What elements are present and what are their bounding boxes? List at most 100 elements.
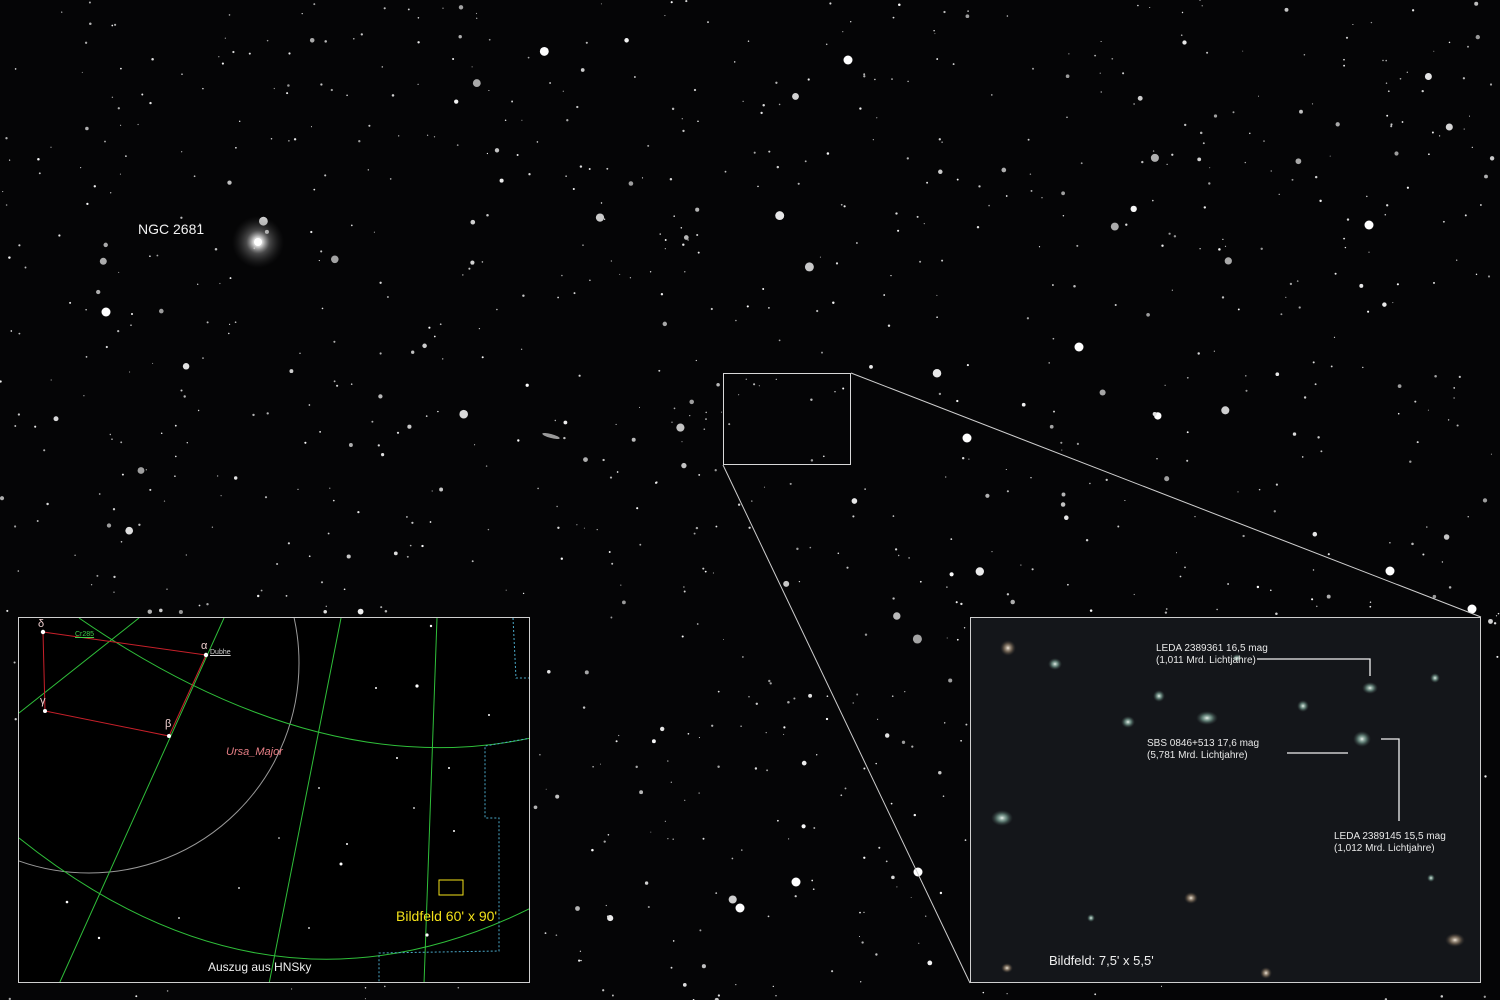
star bbox=[1343, 64, 1345, 67]
star bbox=[1245, 375, 1247, 377]
star bbox=[711, 724, 714, 727]
star bbox=[516, 154, 519, 156]
star bbox=[439, 323, 442, 326]
star bbox=[1270, 589, 1272, 592]
star bbox=[956, 399, 959, 403]
star bbox=[1314, 175, 1318, 179]
star bbox=[1179, 575, 1182, 578]
star bbox=[1366, 195, 1368, 198]
star bbox=[812, 888, 815, 891]
star bbox=[1137, 4, 1139, 7]
star bbox=[631, 437, 636, 442]
star bbox=[636, 507, 639, 510]
star bbox=[670, 1, 673, 4]
star bbox=[232, 50, 235, 54]
star bbox=[206, 603, 209, 606]
star bbox=[1100, 40, 1102, 43]
star bbox=[649, 271, 652, 273]
star bbox=[1149, 6, 1151, 9]
star bbox=[386, 295, 389, 299]
star bbox=[772, 985, 774, 988]
star bbox=[1249, 132, 1251, 135]
star bbox=[485, 465, 488, 467]
star bbox=[6, 609, 9, 612]
star bbox=[844, 787, 847, 790]
star bbox=[689, 414, 691, 417]
star bbox=[911, 745, 914, 748]
star bbox=[1227, 583, 1230, 585]
star bbox=[898, 3, 901, 6]
star bbox=[1319, 199, 1322, 203]
star bbox=[1150, 153, 1159, 162]
star bbox=[943, 722, 946, 724]
star bbox=[411, 521, 414, 524]
star bbox=[336, 384, 339, 387]
star bbox=[224, 37, 226, 39]
star bbox=[1280, 313, 1283, 316]
star bbox=[826, 152, 830, 155]
star bbox=[832, 301, 835, 304]
star bbox=[1199, 248, 1201, 250]
star bbox=[603, 840, 606, 843]
star bbox=[545, 788, 547, 790]
star bbox=[892, 597, 895, 600]
star bbox=[1060, 441, 1063, 444]
star bbox=[1068, 53, 1070, 55]
star bbox=[660, 726, 665, 732]
star bbox=[783, 726, 786, 729]
star bbox=[1052, 337, 1055, 340]
star bbox=[693, 532, 696, 535]
star bbox=[421, 544, 424, 548]
star bbox=[1020, 564, 1022, 566]
star bbox=[582, 706, 586, 709]
star bbox=[1160, 985, 1163, 987]
star bbox=[801, 760, 807, 766]
star bbox=[891, 695, 894, 698]
star bbox=[1424, 73, 1432, 80]
star-alpha-label: α bbox=[201, 640, 208, 652]
star bbox=[793, 697, 796, 700]
star bbox=[717, 690, 720, 693]
star bbox=[798, 580, 801, 583]
star bbox=[840, 203, 843, 206]
star bbox=[1480, 204, 1482, 206]
star bbox=[1427, 409, 1429, 411]
star bbox=[1206, 51, 1209, 54]
star bbox=[565, 175, 567, 177]
star bbox=[751, 500, 753, 502]
star bbox=[578, 374, 581, 377]
star bbox=[582, 244, 584, 246]
star bbox=[1475, 273, 1478, 276]
star bbox=[10, 330, 13, 332]
star bbox=[1060, 502, 1066, 507]
star bbox=[664, 820, 666, 822]
star bbox=[1027, 138, 1030, 141]
star bbox=[775, 81, 778, 84]
star bbox=[964, 839, 967, 841]
zoomed-field bbox=[971, 618, 1480, 982]
star bbox=[1359, 283, 1364, 288]
star bbox=[474, 444, 476, 446]
star bbox=[472, 79, 481, 88]
star bbox=[53, 416, 59, 422]
star bbox=[384, 985, 386, 988]
star bbox=[1317, 436, 1320, 439]
object-leda-2389361: LEDA 2389361 16,5 mag (1,011 Mrd. Lichtj… bbox=[1156, 643, 1268, 666]
star bbox=[715, 892, 718, 894]
star bbox=[769, 682, 772, 685]
star bbox=[1176, 552, 1177, 554]
star bbox=[151, 58, 154, 61]
star bbox=[801, 824, 806, 829]
star bbox=[175, 455, 177, 458]
star bbox=[293, 138, 297, 141]
star bbox=[1426, 526, 1428, 528]
star bbox=[373, 231, 375, 233]
star bbox=[589, 279, 591, 282]
star bbox=[533, 805, 538, 810]
star bbox=[876, 117, 878, 119]
star bbox=[429, 521, 432, 523]
star bbox=[775, 211, 785, 221]
star bbox=[442, 358, 444, 360]
star bbox=[1390, 123, 1393, 126]
star bbox=[304, 441, 307, 444]
